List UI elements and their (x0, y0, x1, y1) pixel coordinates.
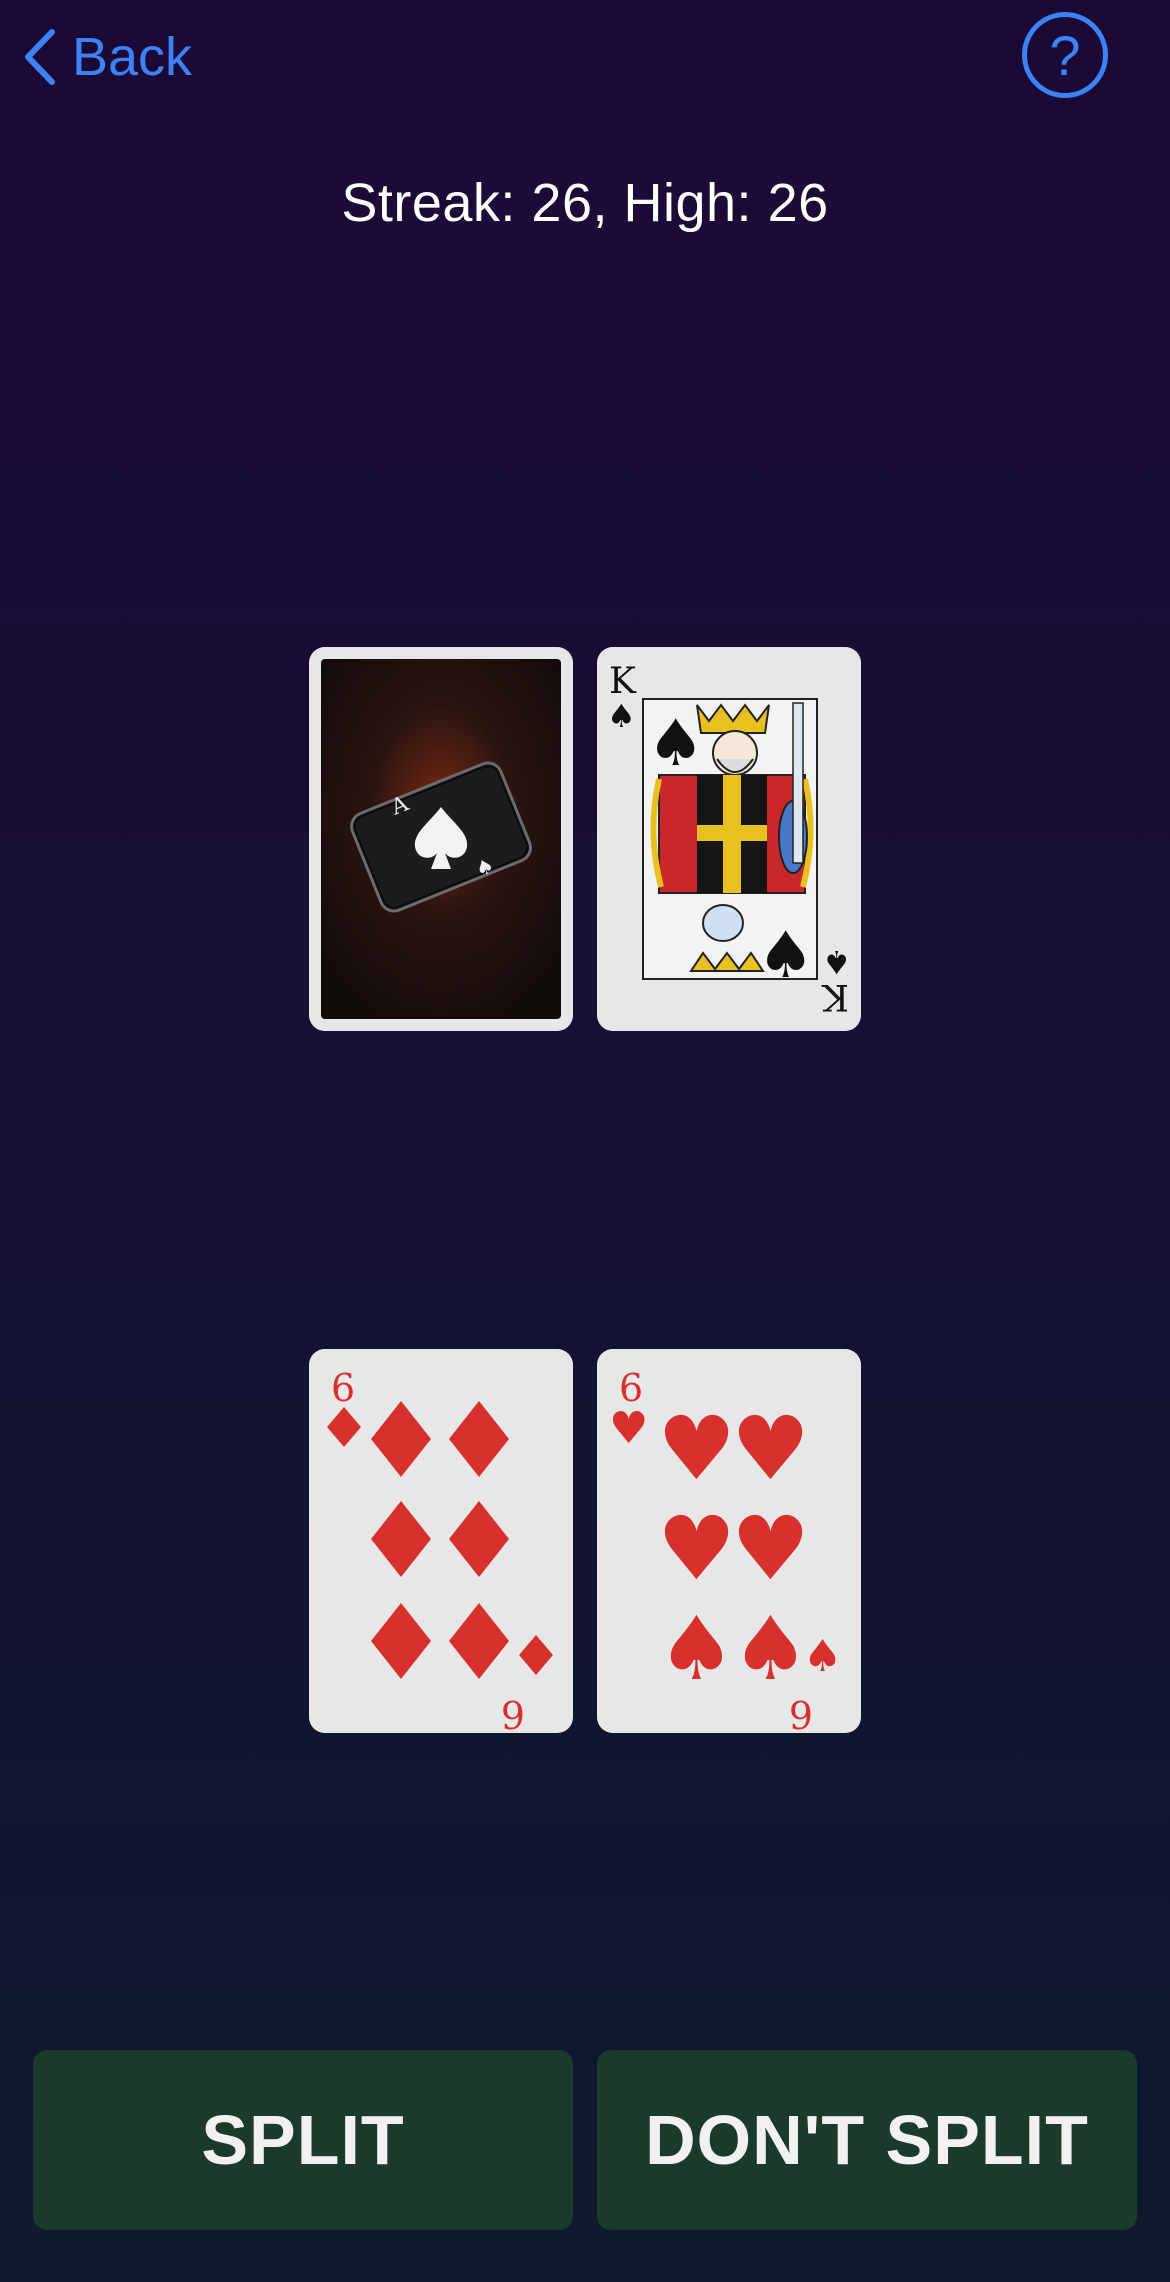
dealer-card-facedown: A ♠ (309, 647, 573, 1031)
split-button[interactable]: SPLIT (33, 2050, 573, 2230)
svg-text:♠: ♠ (647, 707, 704, 781)
svg-text:6: 6 (331, 1366, 355, 1410)
svg-text:♥: ♥ (731, 1397, 810, 1500)
svg-text:♥: ♥ (731, 1497, 810, 1600)
svg-text:♠: ♠ (757, 919, 814, 993)
svg-text:♥: ♥ (657, 1497, 736, 1600)
svg-text:K: K (821, 976, 849, 1017)
svg-text:K: K (609, 661, 637, 702)
svg-text:♠: ♠ (657, 1597, 736, 1700)
back-button[interactable]: Back (22, 22, 192, 92)
dont-split-button-label: DON'T SPLIT (645, 2101, 1089, 2179)
six-of-diamonds-pips-icon: 6 6 (309, 1349, 573, 1733)
dont-split-button[interactable]: DON'T SPLIT (597, 2050, 1137, 2230)
back-label: Back (72, 27, 193, 87)
svg-text:♠: ♠ (607, 697, 636, 735)
card-back-art-icon: A ♠ (309, 647, 573, 1031)
svg-text:♥: ♥ (657, 1397, 736, 1500)
chevron-left-icon (25, 29, 55, 85)
player-card-six-of-hearts: 6 ♥ ♥ ♥ ♥ ♥ ♠ ♠ ♠ 6 (597, 1349, 861, 1733)
svg-text:6: 6 (501, 1692, 525, 1733)
svg-text:♠: ♠ (822, 943, 851, 981)
king-of-spades-art-icon: K ♠ K ♠ ♠ ♠ (597, 647, 861, 1031)
player-card-six-of-diamonds: 6 6 (309, 1349, 573, 1733)
svg-text:♠: ♠ (803, 1631, 842, 1682)
split-button-label: SPLIT (201, 2101, 405, 2179)
svg-text:♠: ♠ (731, 1597, 810, 1700)
six-of-hearts-pips-icon: 6 ♥ ♥ ♥ ♥ ♥ ♠ ♠ ♠ 6 (597, 1349, 861, 1733)
svg-text:♥: ♥ (609, 1403, 648, 1454)
svg-text:6: 6 (789, 1692, 813, 1733)
question-mark-icon: ? (1049, 23, 1081, 87)
streak-status: Streak: 26, High: 26 (341, 173, 829, 233)
help-button[interactable]: ? (1022, 12, 1108, 98)
dealer-card-king-of-spades: K ♠ K ♠ ♠ ♠ (597, 647, 861, 1031)
